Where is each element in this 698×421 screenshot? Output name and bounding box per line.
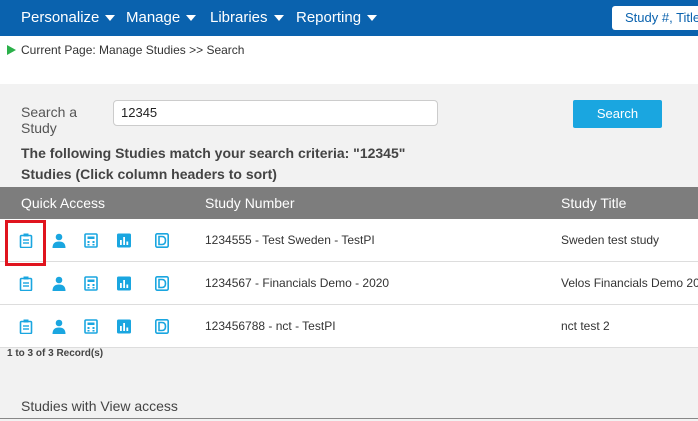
nav-libraries-label: Libraries bbox=[210, 9, 268, 26]
clipboard-icon[interactable] bbox=[19, 233, 33, 248]
study-title: Velos Financials Demo 20 bbox=[561, 276, 698, 290]
study-title: nct test 2 bbox=[561, 319, 610, 333]
search-result-message: The following Studies match your search … bbox=[21, 145, 406, 161]
column-quick-access[interactable]: Quick Access bbox=[21, 187, 105, 219]
table-row: 1234567 - Financials Demo - 2020 Velos F… bbox=[0, 262, 698, 305]
nav-personalize[interactable]: Personalize bbox=[21, 0, 116, 36]
document-d-icon[interactable] bbox=[155, 276, 169, 291]
calculator-icon[interactable] bbox=[84, 319, 98, 334]
nav-reporting-label: Reporting bbox=[296, 9, 362, 26]
nav-manage-label: Manage bbox=[126, 9, 181, 26]
person-icon[interactable] bbox=[52, 319, 66, 334]
person-icon[interactable] bbox=[52, 233, 66, 248]
nav-manage[interactable]: Manage bbox=[126, 0, 197, 36]
view-access-section-title: Studies with View access bbox=[21, 398, 178, 414]
column-study-number[interactable]: Study Number bbox=[205, 187, 294, 219]
document-d-icon[interactable] bbox=[155, 319, 169, 334]
calculator-icon[interactable] bbox=[84, 233, 98, 248]
chart-icon[interactable] bbox=[117, 319, 131, 334]
studies-table-title: Studies (Click column headers to sort) bbox=[21, 166, 277, 182]
caret-down-icon bbox=[273, 15, 284, 22]
person-icon[interactable] bbox=[52, 276, 66, 291]
nav-libraries[interactable]: Libraries bbox=[210, 0, 284, 36]
breadcrumb: Current Page: Manage Studies >> Search bbox=[21, 43, 245, 57]
column-study-title[interactable]: Study Title bbox=[561, 187, 626, 219]
caret-down-icon bbox=[186, 15, 197, 22]
search-label: Search a Study bbox=[21, 104, 78, 136]
chart-icon[interactable] bbox=[117, 233, 131, 248]
nav-study-search-input[interactable]: Study #, Title bbox=[612, 6, 698, 30]
nav-personalize-label: Personalize bbox=[21, 9, 100, 26]
nav-reporting[interactable]: Reporting bbox=[296, 0, 378, 36]
document-d-icon[interactable] bbox=[155, 233, 169, 248]
search-button[interactable]: Search bbox=[573, 100, 662, 128]
top-nav: Personalize Manage Libraries Reporting S… bbox=[0, 0, 698, 36]
calculator-icon[interactable] bbox=[84, 276, 98, 291]
clipboard-icon[interactable] bbox=[19, 276, 33, 291]
clipboard-icon[interactable] bbox=[19, 319, 33, 334]
play-arrow-icon bbox=[7, 45, 16, 55]
caret-down-icon bbox=[105, 15, 116, 22]
table-row: 1234555 - Test Sweden - TestPI Sweden te… bbox=[0, 219, 698, 262]
divider bbox=[0, 418, 698, 419]
table-header: Quick Access Study Number Study Title bbox=[0, 187, 698, 219]
record-count: 1 to 3 of 3 Record(s) bbox=[7, 348, 104, 359]
search-input[interactable]: 12345 bbox=[113, 100, 438, 126]
study-number-link[interactable]: 1234567 - Financials Demo - 2020 bbox=[205, 262, 389, 305]
study-number-link[interactable]: 1234555 - Test Sweden - TestPI bbox=[205, 219, 375, 262]
study-number-link[interactable]: 123456788 - nct - TestPI bbox=[205, 305, 336, 348]
caret-down-icon bbox=[367, 15, 378, 22]
chart-icon[interactable] bbox=[117, 276, 131, 291]
table-row: 123456788 - nct - TestPI nct test 2 bbox=[0, 305, 698, 348]
study-title: Sweden test study bbox=[561, 233, 660, 247]
